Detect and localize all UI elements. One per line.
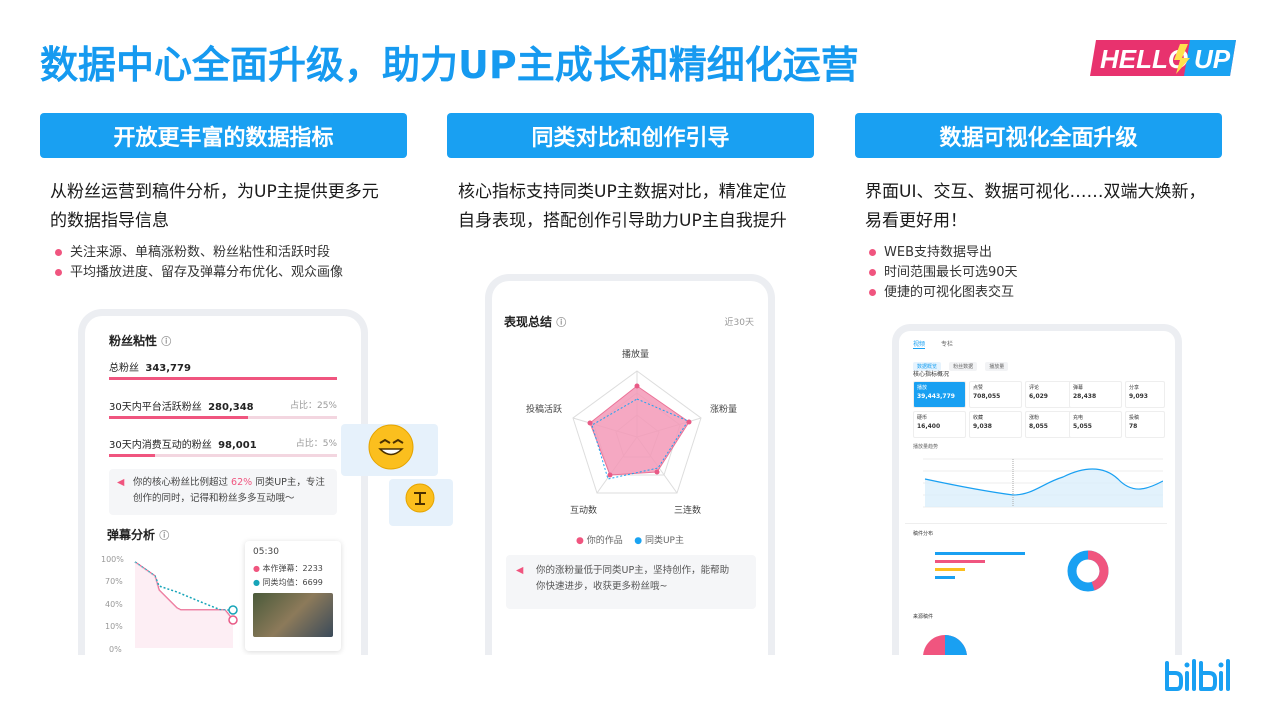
tablet-mockup-dashboard: 视频 专栏 数据概览 粉丝数据 播放量 核心指标概况 播放 39,443,779 … — [892, 324, 1182, 655]
column-heading-compare: 同类对比和创作引导 — [447, 113, 814, 158]
pie-chart-partial — [923, 635, 967, 655]
column-heading-metrics: 开放更丰富的数据指标 — [40, 113, 407, 158]
danmu-title: 弹幕分析 ⓘ — [107, 528, 170, 542]
bullet-list-metrics: 关注来源、单稿涨粉数、粉丝粘性和活跃时段 平均播放进度、留存及弹幕分布优化、观众… — [52, 243, 343, 283]
stat-cell: 投稿 78 — [1125, 411, 1165, 438]
speaker-icon: ◀ — [117, 477, 125, 488]
donut-chart — [1067, 550, 1109, 592]
stat-cell: 收藏 9,038 — [969, 411, 1022, 438]
axis-label: 投稿活跃 — [526, 403, 562, 415]
phone-mockup-fans: 粉丝粘性 ⓘ 总粉丝 343,779 30天内平台活跃粉丝 280,348 占比… — [78, 309, 368, 655]
emoji-bubble — [389, 479, 453, 526]
point-mine — [228, 615, 238, 625]
top-tabs: 视频 专栏 — [913, 339, 953, 349]
stat-cell: 分享 9,093 — [1125, 381, 1165, 408]
info-icon: ⓘ — [161, 337, 172, 348]
radar-chart: 播放量 涨粉量 三连数 互动数 投稿活跃 — [526, 348, 737, 516]
tip-box: ◀ 你的涨粉量低于同类UP主，坚持创作，能帮助 你快速进步，收获更多粉丝哦~ — [506, 555, 756, 609]
bullet-item: 时间范围最长可选90天 — [866, 263, 1018, 283]
y-tick: 100% — [101, 555, 124, 564]
subtab[interactable]: 播放量 — [985, 362, 1009, 371]
svg-text:UP: UP — [1194, 44, 1231, 74]
progress-bar-fill — [109, 454, 155, 457]
share-label: 占比：25% — [289, 401, 337, 411]
stat-cell: 播放 39,443,779 — [913, 381, 966, 408]
column-description-metrics: 从粉丝运营到稿件分析，为UP主提供更多元 的数据指导信息 — [50, 182, 379, 231]
axis-label: 涨粉量 — [710, 403, 737, 415]
radar-series-mine — [589, 385, 690, 476]
bullet-list-visualization: WEB支持数据导出 时间范围最长可选90天 便捷的可视化图表交互 — [866, 243, 1018, 303]
laugh-emoji-icon — [368, 424, 414, 470]
text-emoji-icon — [405, 483, 435, 513]
tab-column[interactable]: 专栏 — [941, 341, 953, 348]
chart-tooltip: 05:30 ● 本作弹幕：2233 ● 同类均值：6699 — [245, 541, 341, 651]
info-icon: ⓘ — [556, 318, 567, 329]
share-label: 占比：5% — [295, 439, 337, 449]
bullet-item: 便捷的可视化图表交互 — [866, 283, 1018, 303]
bullet-item: 平均播放进度、留存及弹幕分布优化、观众画像 — [52, 263, 343, 283]
stat-cell: 点赞 708,055 — [969, 381, 1022, 408]
y-tick: 10% — [105, 622, 123, 631]
stat-cell: 弹幕 28,438 — [1069, 381, 1122, 408]
column-heading-visualization: 数据可视化全面升级 — [855, 113, 1222, 158]
radar-legend: ● 你的作品 ● 同类UP主 — [576, 536, 684, 546]
panel-title: 核心指标概况 — [913, 371, 950, 378]
distribution-panel: 稿件分布 — [905, 523, 1167, 609]
source-title: 来源稿件 — [913, 614, 934, 620]
progress-bar-fill — [109, 416, 249, 419]
tab-video[interactable]: 视频 — [913, 341, 926, 349]
fan-row-interactive: 30天内消费互动的粉丝 98,001 — [109, 440, 257, 451]
trend-label: 播放量趋势 — [913, 444, 939, 450]
stat-cell: 硬币 16,400 — [913, 411, 966, 438]
y-tick: 70% — [105, 577, 123, 586]
point-peer — [228, 605, 238, 615]
range-dropdown[interactable]: 近30天 — [725, 315, 754, 328]
y-tick: 0% — [109, 645, 122, 654]
bullet-item: WEB支持数据导出 — [866, 243, 1018, 263]
page-title: 数据中心全面升级，助力UP主成长和精细化运营 — [40, 43, 859, 87]
tip-box: ◀ 你的核心粉丝比例超过 62% 同类UP主，专注 创作的同时，记得和粉丝多多互… — [109, 469, 337, 515]
axis-label: 互动数 — [570, 504, 597, 516]
danmu-chart: 100% 70% 40% 10% 0% — [101, 555, 238, 654]
summary-title: 表现总结 ⓘ — [504, 315, 567, 329]
bullet-item: 关注来源、单稿涨粉数、粉丝粘性和活跃时段 — [52, 243, 343, 263]
axis-label: 三连数 — [674, 504, 701, 516]
stat-cell: 充电 5,055 — [1069, 411, 1122, 438]
emoji-bubble — [341, 424, 438, 476]
bilibili-logo — [1165, 659, 1230, 691]
progress-bar-fill — [109, 377, 337, 380]
hello-up-logo: HELLO UP — [1090, 40, 1236, 76]
fan-row-active: 30天内平台活跃粉丝 280,348 — [109, 402, 254, 413]
axis-label: 播放量 — [622, 348, 649, 360]
y-tick: 40% — [105, 600, 123, 609]
info-icon: ⓘ — [159, 531, 170, 542]
phone-mockup-summary: 表现总结 ⓘ 近30天 播放量 涨粉量 三连数 互动数 投稿活跃 ● 你的作品 … — [485, 274, 775, 655]
trend-chart — [923, 458, 1163, 508]
column-description-compare: 核心指标支持同类UP主数据对比，精准定位 自身表现，搭配创作引导助力UP主自我提升 — [458, 182, 787, 231]
speaker-icon: ◀ — [516, 565, 524, 576]
fan-row-total: 总粉丝 343,779 — [109, 363, 191, 374]
column-description-visualization: 界面UI、交互、数据可视化……双端大焕新， 易看更好用！ — [865, 182, 1206, 231]
section-title: 粉丝粘性 ⓘ — [109, 334, 172, 348]
video-thumbnail — [253, 593, 333, 637]
subtab[interactable]: 粉丝数据 — [949, 362, 978, 371]
